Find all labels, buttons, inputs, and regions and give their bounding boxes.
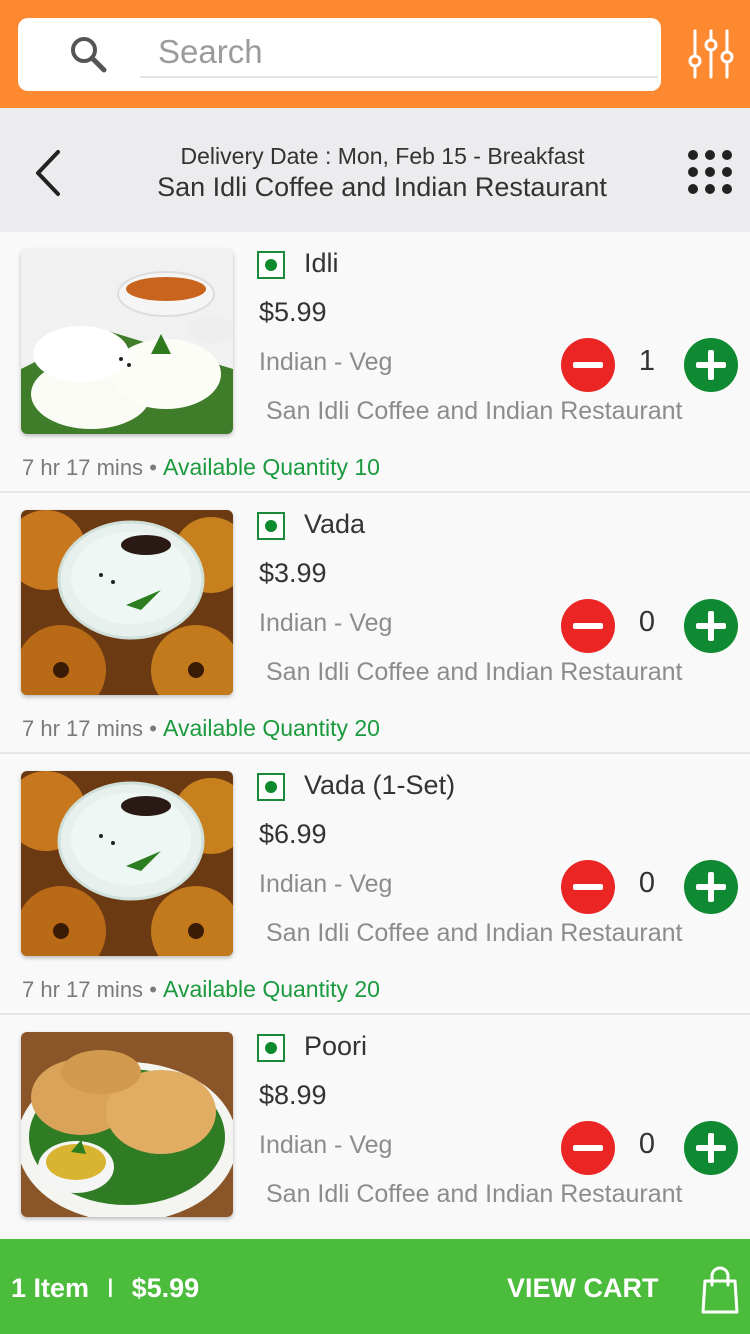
menu-item: Poori $8.99 Indian - Veg San Idli Coffee… <box>0 1015 750 1239</box>
item-meta: 7 hr 17 mins • Available Quantity 20 <box>22 715 380 742</box>
item-name: Idli <box>304 248 339 278</box>
top-bar <box>0 0 750 108</box>
item-restaurant: San Idli Coffee and Indian Restaurant <box>266 1180 683 1208</box>
item-price: $8.99 <box>259 1080 327 1110</box>
item-quantity: 1 <box>638 345 656 377</box>
chevron-left-icon[interactable] <box>30 148 66 198</box>
item-quantity: 0 <box>638 606 656 638</box>
meta-separator: • <box>149 455 157 480</box>
decrease-quantity-button[interactable] <box>561 1121 615 1175</box>
meta-separator: • <box>149 716 157 741</box>
delivery-date: Delivery Date : Mon, Feb 15 - Breakfast <box>180 143 585 169</box>
item-price: $6.99 <box>259 819 327 849</box>
menu-item: Vada $3.99 Indian - Veg San Idli Coffee … <box>0 493 750 754</box>
cart-item-count: 1 Item <box>11 1273 90 1303</box>
menu-item: Idli $5.99 Indian - Veg San Idli Coffee … <box>0 232 750 493</box>
increase-quantity-button[interactable] <box>684 338 738 392</box>
available-quantity: Available Quantity 20 <box>163 715 380 741</box>
search-icon <box>71 37 107 73</box>
item-quantity: 0 <box>638 1128 656 1160</box>
vada-image <box>21 510 233 695</box>
item-restaurant: San Idli Coffee and Indian Restaurant <box>266 658 683 686</box>
item-name: Poori <box>304 1031 368 1061</box>
item-meta: 7 hr 17 mins • Available Quantity 10 <box>22 454 380 481</box>
item-category: Indian - Veg <box>259 348 393 376</box>
vada-set-image <box>21 771 233 956</box>
menu-item: Vada (1-Set) $6.99 Indian - Veg San Idli… <box>0 754 750 1015</box>
veg-indicator <box>257 512 285 540</box>
item-name: Vada <box>304 509 366 539</box>
available-quantity: Available Quantity 10 <box>163 454 380 480</box>
veg-indicator <box>257 1034 285 1062</box>
item-name: Vada (1-Set) <box>304 770 456 800</box>
increase-quantity-button[interactable] <box>684 599 738 653</box>
decrease-quantity-button[interactable] <box>561 599 615 653</box>
search-box[interactable] <box>18 18 661 91</box>
item-price: $5.99 <box>259 297 327 327</box>
sliders-icon[interactable] <box>686 28 736 80</box>
cart-total: $5.99 <box>131 1273 200 1303</box>
item-category: Indian - Veg <box>259 1131 393 1159</box>
menu-list[interactable]: Idli $5.99 Indian - Veg San Idli Coffee … <box>0 232 750 1239</box>
prep-time: 7 hr 17 mins <box>22 977 144 1002</box>
cart-summary: 1 Item I $5.99 <box>11 1273 199 1304</box>
meta-separator: • <box>149 977 157 1002</box>
cart-bar[interactable]: 1 Item I $5.99 VIEW CART <box>0 1239 750 1334</box>
shopping-bag-icon[interactable] <box>700 1265 740 1315</box>
item-restaurant: San Idli Coffee and Indian Restaurant <box>266 397 683 425</box>
increase-quantity-button[interactable] <box>684 860 738 914</box>
item-restaurant: San Idli Coffee and Indian Restaurant <box>266 919 683 947</box>
decrease-quantity-button[interactable] <box>561 338 615 392</box>
poori-image <box>21 1032 233 1217</box>
cart-divider: I <box>106 1273 115 1303</box>
prep-time: 7 hr 17 mins <box>22 455 144 480</box>
view-cart-button[interactable]: VIEW CART <box>507 1273 659 1304</box>
decrease-quantity-button[interactable] <box>561 860 615 914</box>
idli-image <box>21 249 233 434</box>
restaurant-header: Delivery Date : Mon, Feb 15 - Breakfast … <box>0 108 750 232</box>
restaurant-title: San Idli Coffee and Indian Restaurant <box>157 172 607 202</box>
item-meta: 7 hr 17 mins • Available Quantity 20 <box>22 976 380 1003</box>
item-price: $3.99 <box>259 558 327 588</box>
increase-quantity-button[interactable] <box>684 1121 738 1175</box>
item-category: Indian - Veg <box>259 870 393 898</box>
item-category: Indian - Veg <box>259 609 393 637</box>
veg-indicator <box>257 773 285 801</box>
prep-time: 7 hr 17 mins <box>22 716 144 741</box>
grid-dots-icon[interactable] <box>686 148 734 196</box>
veg-indicator <box>257 251 285 279</box>
available-quantity: Available Quantity 20 <box>163 976 380 1002</box>
item-quantity: 0 <box>638 867 656 899</box>
search-input[interactable] <box>140 28 658 78</box>
